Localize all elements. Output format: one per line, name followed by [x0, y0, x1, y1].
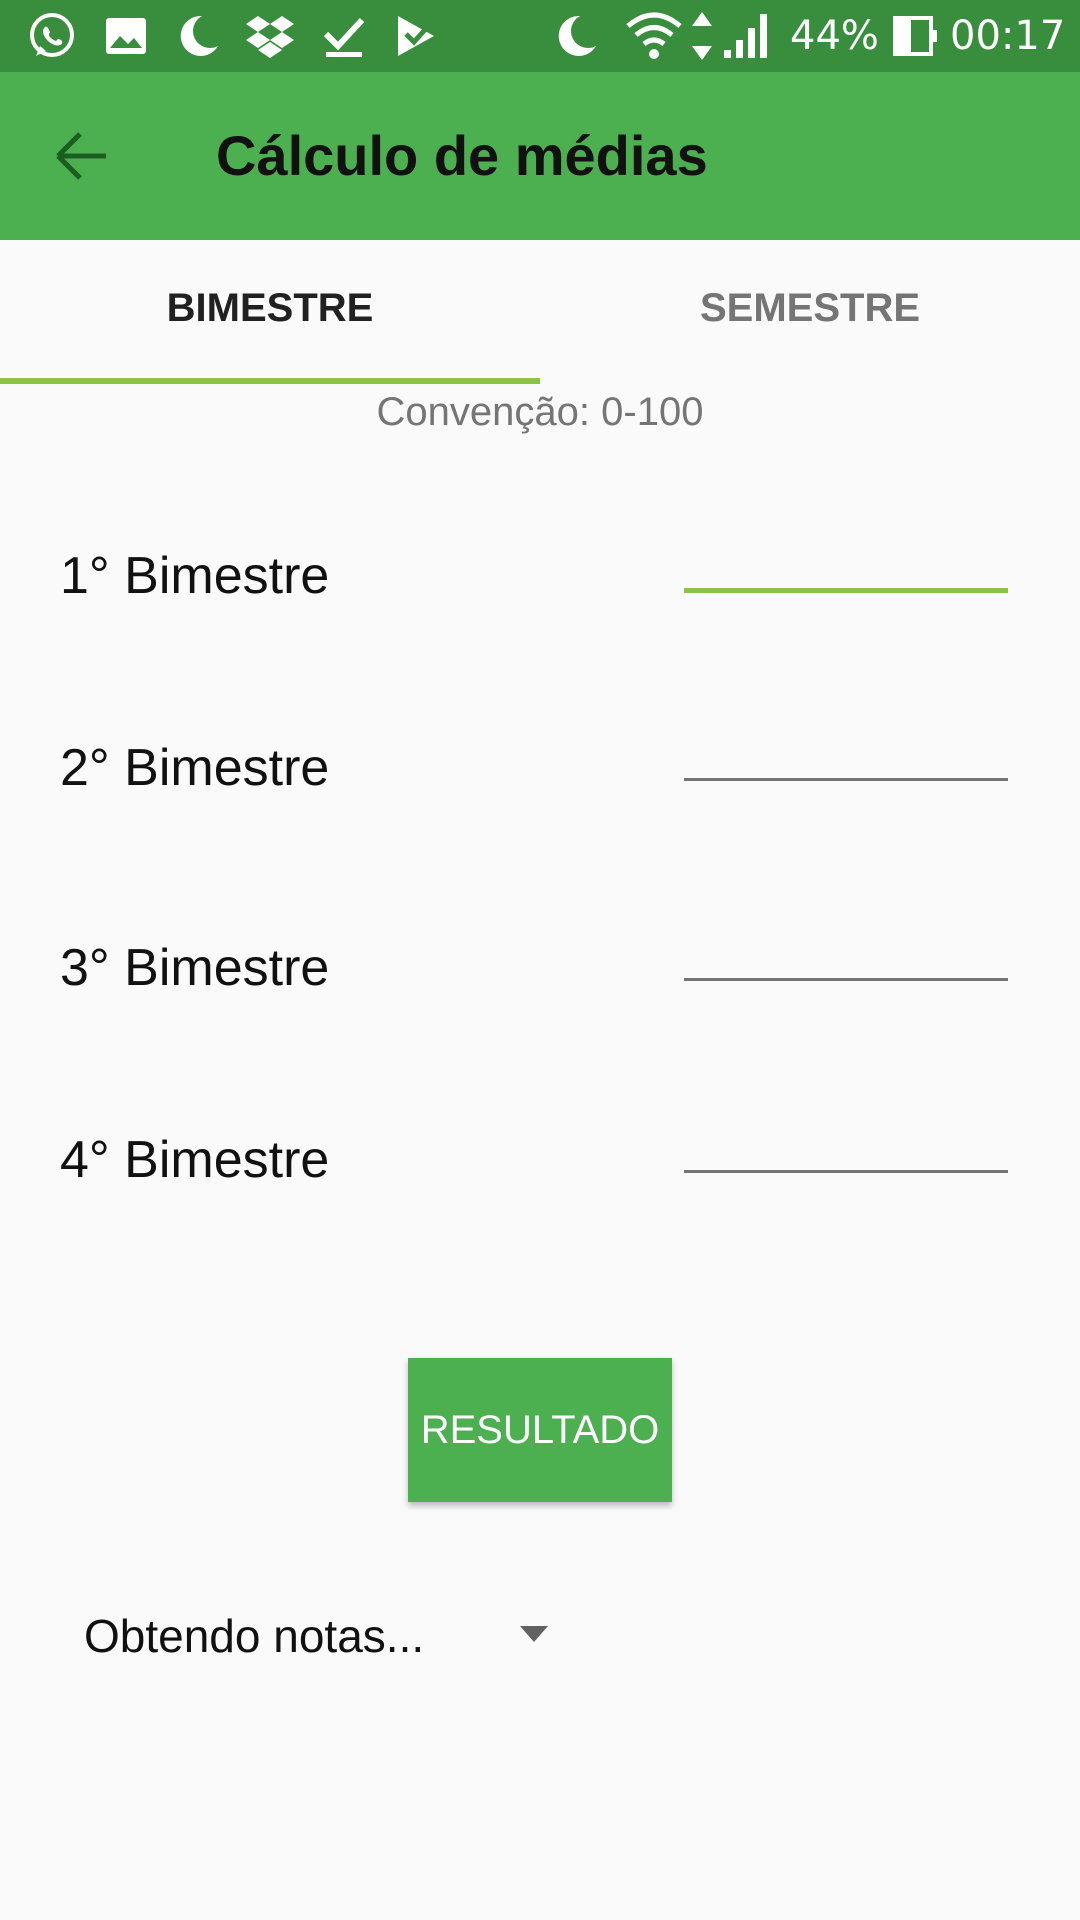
tab-semestre[interactable]: SEMESTRE	[540, 240, 1080, 384]
bimestre-2-input[interactable]	[684, 708, 1008, 781]
convention-text: Convenção: 0-100	[376, 390, 704, 434]
bimestre-1-input[interactable]	[684, 518, 1008, 593]
dropdown-arrow-icon	[520, 1626, 548, 1642]
tab-bimestre[interactable]: BIMESTRE	[0, 240, 540, 384]
status-bar: 44% 00:17	[0, 0, 1080, 72]
moon-icon	[558, 15, 596, 56]
checklist-icon	[398, 16, 434, 56]
moon-icon	[180, 15, 218, 56]
app-bar: Cálculo de médias	[0, 72, 1080, 240]
tab-bar: BIMESTRE SEMESTRE	[0, 240, 1080, 384]
data-arrows-icon	[692, 12, 712, 60]
back-button[interactable]	[44, 116, 124, 196]
bimestre-4-label: 4° Bimestre	[60, 1131, 330, 1189]
bimestre-3-input[interactable]	[684, 908, 1008, 981]
bimestre-2-label: 2° Bimestre	[60, 739, 330, 797]
signal-icon	[724, 14, 767, 58]
wifi-icon	[626, 12, 682, 59]
bimestre-4-input[interactable]	[684, 1100, 1008, 1173]
page-title: Cálculo de médias	[216, 124, 708, 187]
battery-icon	[893, 16, 937, 56]
battery-percent: 44%	[790, 13, 879, 59]
spinner-selected-value: Obtendo notas...	[84, 1610, 425, 1662]
image-icon	[106, 18, 146, 54]
clock: 00:17	[950, 13, 1066, 59]
bimestre-3-label: 3° Bimestre	[60, 939, 330, 997]
result-button[interactable]: RESULTADO	[408, 1358, 672, 1502]
bimestre-1-label: 1° Bimestre	[60, 547, 330, 605]
download-done-icon	[323, 17, 365, 57]
dropbox-icon	[246, 16, 294, 58]
notas-spinner[interactable]: Obtendo notas...	[84, 1592, 564, 1680]
whatsapp-icon	[30, 13, 74, 57]
arrow-back-icon	[56, 132, 106, 180]
